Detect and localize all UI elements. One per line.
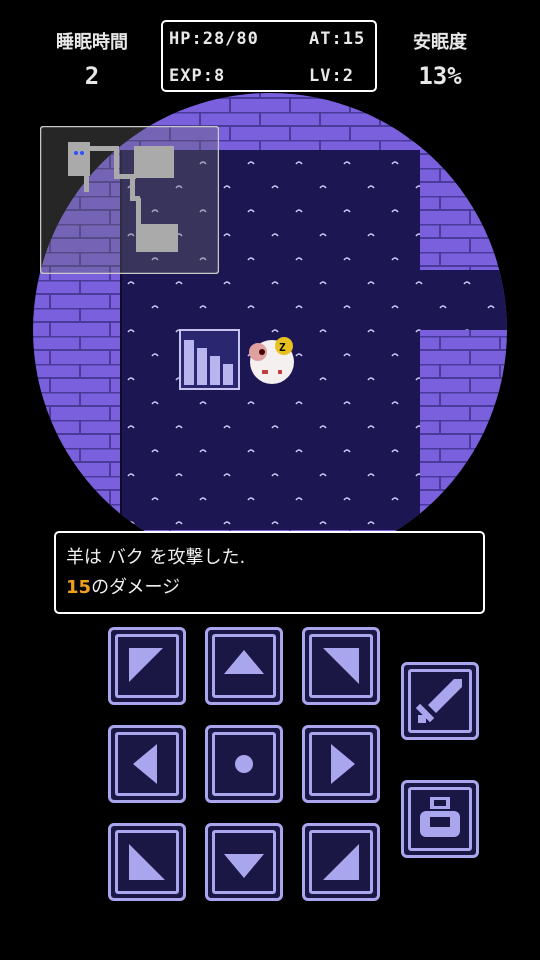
minimap-player-marker — [74, 151, 78, 155]
move-left-button[interactable] — [108, 725, 186, 803]
move-down-left-button[interactable] — [108, 823, 186, 901]
move-down-right-button[interactable] — [302, 823, 380, 901]
arrow-down-left-icon — [129, 844, 165, 880]
stairs-icon — [179, 329, 240, 390]
arrow-right-icon — [331, 744, 355, 784]
damage-value: 15 — [66, 577, 92, 598]
svg-text:Z: Z — [279, 341, 286, 354]
message-line-2: 15のダメージ — [66, 573, 180, 599]
move-up-right-button[interactable] — [302, 627, 380, 705]
move-up-left-button[interactable] — [108, 627, 186, 705]
arrow-down-right-icon — [323, 844, 359, 880]
corridor-right — [420, 270, 507, 330]
move-right-button[interactable] — [302, 725, 380, 803]
arrow-up-left-icon — [129, 648, 163, 682]
message-log: 羊は バク を攻撃した. 15のダメージ — [54, 531, 485, 614]
bag-icon — [420, 797, 460, 837]
attack-button[interactable] — [401, 662, 479, 740]
move-down-button[interactable] — [205, 823, 283, 901]
sleep-z-icon: Z — [275, 337, 293, 355]
sword-icon — [415, 679, 462, 723]
wait-button[interactable] — [205, 725, 283, 803]
minimap — [40, 126, 219, 274]
damage-suffix: のダメージ — [91, 577, 181, 598]
move-up-button[interactable] — [205, 627, 283, 705]
arrow-up-icon — [224, 650, 264, 674]
item-bag-button[interactable] — [401, 780, 479, 858]
arrow-down-icon — [224, 854, 264, 878]
message-line-1: 羊は バク を攻撃した. — [66, 547, 246, 568]
dot-icon — [235, 755, 253, 773]
arrow-left-icon — [133, 744, 157, 784]
arrow-up-right-icon — [323, 648, 359, 684]
